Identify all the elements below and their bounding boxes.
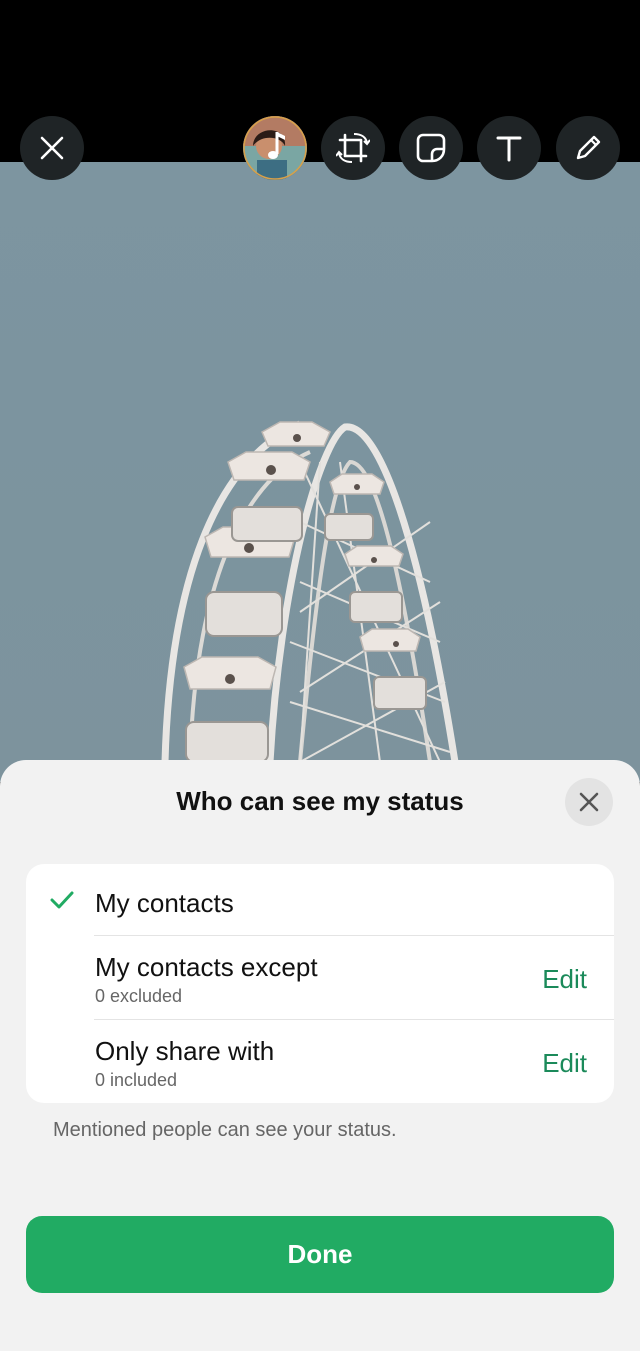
sheet-title: Who can see my status [176,786,464,816]
top-bar [0,0,640,162]
option-my-contacts[interactable]: My contacts [26,864,614,935]
close-icon [40,136,64,160]
privacy-options-card: My contacts My contacts except 0 exclude… [26,864,614,1103]
checkmark-icon [50,891,74,909]
crop-rotate-icon [336,133,370,163]
close-button[interactable] [20,116,84,180]
text-icon [496,136,522,162]
crop-rotate-button[interactable] [321,116,385,180]
sticker-icon [416,133,446,163]
sticker-button[interactable] [399,116,463,180]
option-label: My contacts except [95,952,318,982]
edit-except-link[interactable]: Edit [542,964,587,995]
status-photo [0,162,640,782]
close-icon [579,792,599,812]
edit-share-link[interactable]: Edit [542,1048,587,1079]
draw-button[interactable] [556,116,620,180]
included-count: 0 included [95,1070,178,1090]
music-avatar-icon [243,116,307,180]
option-my-contacts-except[interactable]: My contacts except 0 excluded Edit [26,936,614,1019]
excluded-count: 0 excluded [95,986,183,1006]
option-only-share-with[interactable]: Only share with 0 included Edit [26,1020,614,1103]
option-label: Only share with [95,1036,275,1066]
ferris-wheel-image [161,420,459,763]
mention-note: Mentioned people can see your status. [53,1119,397,1141]
done-button[interactable]: Done [26,1216,614,1293]
sheet-close-button[interactable] [565,778,613,826]
privacy-sheet: Who can see my status My contacts My con… [0,760,640,1351]
music-button[interactable] [243,116,307,180]
pencil-icon [576,135,601,160]
text-button[interactable] [477,116,541,180]
option-label: My contacts [95,888,234,918]
